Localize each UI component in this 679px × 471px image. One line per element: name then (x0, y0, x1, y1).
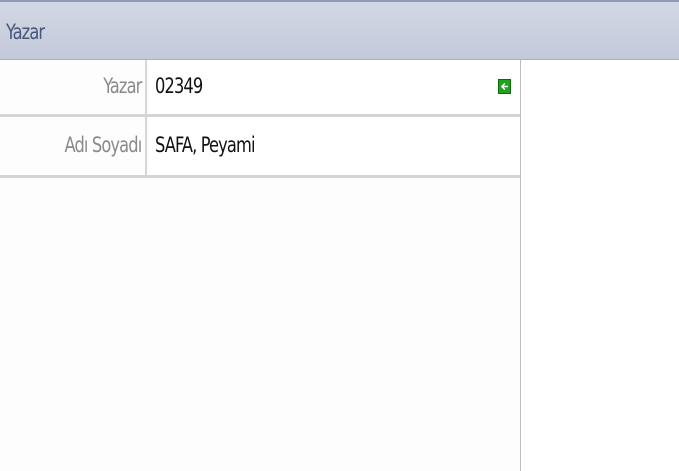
yazar-code-value: 02349 (155, 74, 203, 98)
field-label-adi-soyadi: Adı Soyadı (0, 117, 147, 175)
author-panel: Yazar Yazar 02349 Adı Soyadı SAFA, Peyam… (0, 0, 679, 471)
field-row-adi-soyadi: Adı Soyadı SAFA, Peyami (0, 117, 520, 178)
select-author-button[interactable] (498, 79, 511, 94)
panel-title: Yazar (6, 20, 45, 44)
field-label-text: Yazar (102, 74, 142, 98)
yazar-value-field[interactable]: 02349 (149, 60, 520, 114)
arrow-left-icon (501, 83, 509, 90)
adi-soyadi-value-field[interactable]: SAFA, Peyami (149, 117, 520, 175)
panel-header: Yazar (0, 0, 679, 60)
field-label-yazar: Yazar (0, 60, 147, 114)
field-label-text: Adı Soyadı (64, 133, 142, 157)
form-area: Yazar 02349 Adı Soyadı SAFA, Peyami (0, 60, 521, 471)
side-empty-area (521, 60, 679, 471)
field-row-yazar: Yazar 02349 (0, 60, 520, 117)
author-name-value: SAFA, Peyami (155, 133, 255, 157)
